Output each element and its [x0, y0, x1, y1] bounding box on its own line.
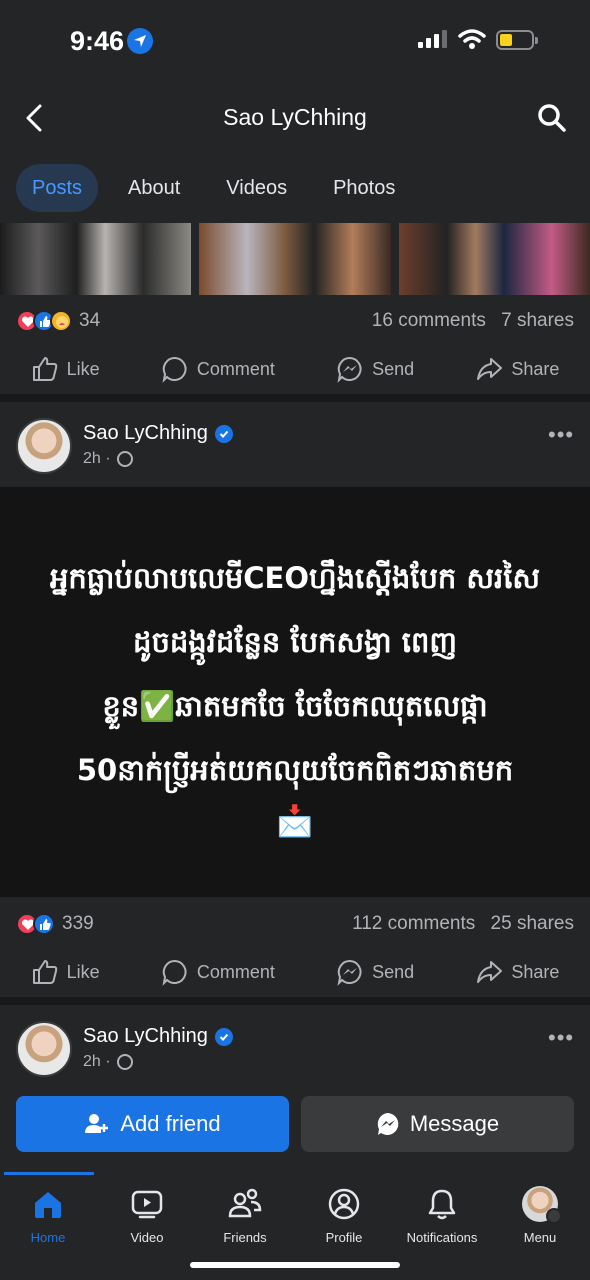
post-reactions-summary[interactable]: 34 16 comments 7 shares: [16, 306, 574, 336]
post-author[interactable]: Sao LyChhing: [83, 422, 233, 445]
care-reaction-icon: [50, 310, 72, 332]
comment-button[interactable]: Comment: [161, 958, 275, 986]
profile-action-buttons: Add friend Message: [16, 1096, 574, 1152]
messenger-icon: [337, 959, 362, 986]
like-button[interactable]: Like: [31, 355, 100, 383]
active-tab-indicator: [4, 1172, 94, 1175]
friends-icon: [228, 1188, 262, 1218]
comment-button[interactable]: Comment: [161, 355, 275, 383]
tab-photos[interactable]: Photos: [317, 164, 411, 212]
location-arrow-icon: [127, 28, 153, 54]
tabbar-home[interactable]: Home: [0, 1184, 96, 1245]
video-icon: [131, 1190, 163, 1219]
tab-posts[interactable]: Posts: [16, 164, 99, 212]
tabbar-notifications[interactable]: Notifications: [394, 1184, 490, 1245]
share-arrow-icon: [477, 358, 503, 380]
signal-icon: [418, 30, 447, 48]
more-options-icon[interactable]: •••: [548, 1025, 574, 1051]
post-photo-strip: [0, 223, 590, 295]
avatar[interactable]: [16, 1021, 72, 1077]
share-button[interactable]: Share: [475, 958, 559, 986]
avatar[interactable]: [16, 418, 72, 474]
send-button[interactable]: Send: [336, 355, 414, 383]
menu-avatar: [522, 1186, 562, 1224]
thumbs-up-icon: [32, 357, 57, 381]
post-actions: Like Comment Send Share: [0, 947, 590, 997]
globe-icon: [116, 1054, 133, 1070]
share-count[interactable]: 25 shares: [491, 913, 574, 934]
post-header: Sao LyChhing 2h · •••: [0, 1017, 590, 1087]
search-icon[interactable]: [535, 101, 569, 135]
status-time: 9:46: [70, 26, 125, 56]
post-text-card[interactable]: អ្នកធ្លាប់លាបលេមីCEOហ្នឹងស្តើងបែក សរសៃ ដ…: [0, 487, 590, 897]
share-arrow-icon: [477, 961, 503, 983]
post-photo[interactable]: [0, 223, 192, 295]
post-photo[interactable]: [199, 223, 391, 295]
tabbar-friends[interactable]: Friends: [197, 1184, 293, 1245]
tabbar-menu[interactable]: Menu: [492, 1184, 588, 1245]
tab-about[interactable]: About: [112, 164, 196, 212]
menu-lines-icon: [546, 1208, 562, 1224]
comment-count[interactable]: 112 comments: [352, 913, 475, 934]
post-reactions-summary[interactable]: 339 112 comments 25 shares: [16, 909, 574, 939]
messenger-icon: [337, 356, 362, 383]
post-meta: 2h ·: [83, 1053, 133, 1071]
feed-divider: [0, 394, 590, 402]
tabbar-video[interactable]: Video: [99, 1184, 195, 1245]
comment-bubble-icon: [162, 959, 187, 986]
reaction-count: 34: [79, 310, 101, 331]
comment-count[interactable]: 16 comments: [372, 310, 486, 331]
wifi-icon: [458, 29, 486, 49]
like-button[interactable]: Like: [31, 958, 100, 986]
share-count[interactable]: 7 shares: [501, 310, 574, 331]
page-title: Sao LyChhing: [223, 104, 367, 130]
post-header: Sao LyChhing 2h · •••: [0, 414, 590, 484]
envelope-icon: 📩: [276, 804, 314, 838]
more-options-icon[interactable]: •••: [548, 422, 574, 448]
profile-icon: [328, 1188, 360, 1220]
like-reaction-icon: [33, 913, 55, 935]
messenger-icon: [377, 1113, 399, 1135]
share-button[interactable]: Share: [475, 355, 559, 383]
page-header: Sao LyChhing: [0, 90, 590, 146]
send-button[interactable]: Send: [336, 958, 414, 986]
feed-divider: [0, 997, 590, 1005]
tab-videos[interactable]: Videos: [210, 164, 303, 212]
post-text: អ្នកធ្លាប់លាបលេមីCEOហ្នឹងស្តើងបែក សរសៃ ដ…: [49, 560, 541, 787]
profile-tabs: Posts About Videos Photos: [16, 163, 425, 213]
globe-icon: [116, 451, 133, 467]
comment-bubble-icon: [162, 356, 187, 383]
reaction-count: 339: [62, 913, 94, 934]
message-button[interactable]: Message: [301, 1096, 574, 1152]
bell-icon: [428, 1189, 456, 1220]
verified-badge-icon: [214, 1027, 233, 1046]
post-actions: Like Comment Send Share: [0, 344, 590, 394]
thumbs-up-icon: [32, 960, 57, 984]
add-friend-button[interactable]: Add friend: [16, 1096, 289, 1152]
battery-icon: [496, 30, 538, 50]
add-friend-icon: [85, 1114, 109, 1133]
verified-badge-icon: [214, 424, 233, 443]
post-photo[interactable]: [398, 223, 590, 295]
home-icon: [35, 1192, 61, 1218]
home-indicator[interactable]: [190, 1262, 400, 1268]
status-bar: 9:46: [0, 0, 590, 80]
post-meta: 2h ·: [83, 450, 133, 468]
tabbar-profile[interactable]: Profile: [296, 1184, 392, 1245]
post-author[interactable]: Sao LyChhing: [83, 1025, 233, 1048]
